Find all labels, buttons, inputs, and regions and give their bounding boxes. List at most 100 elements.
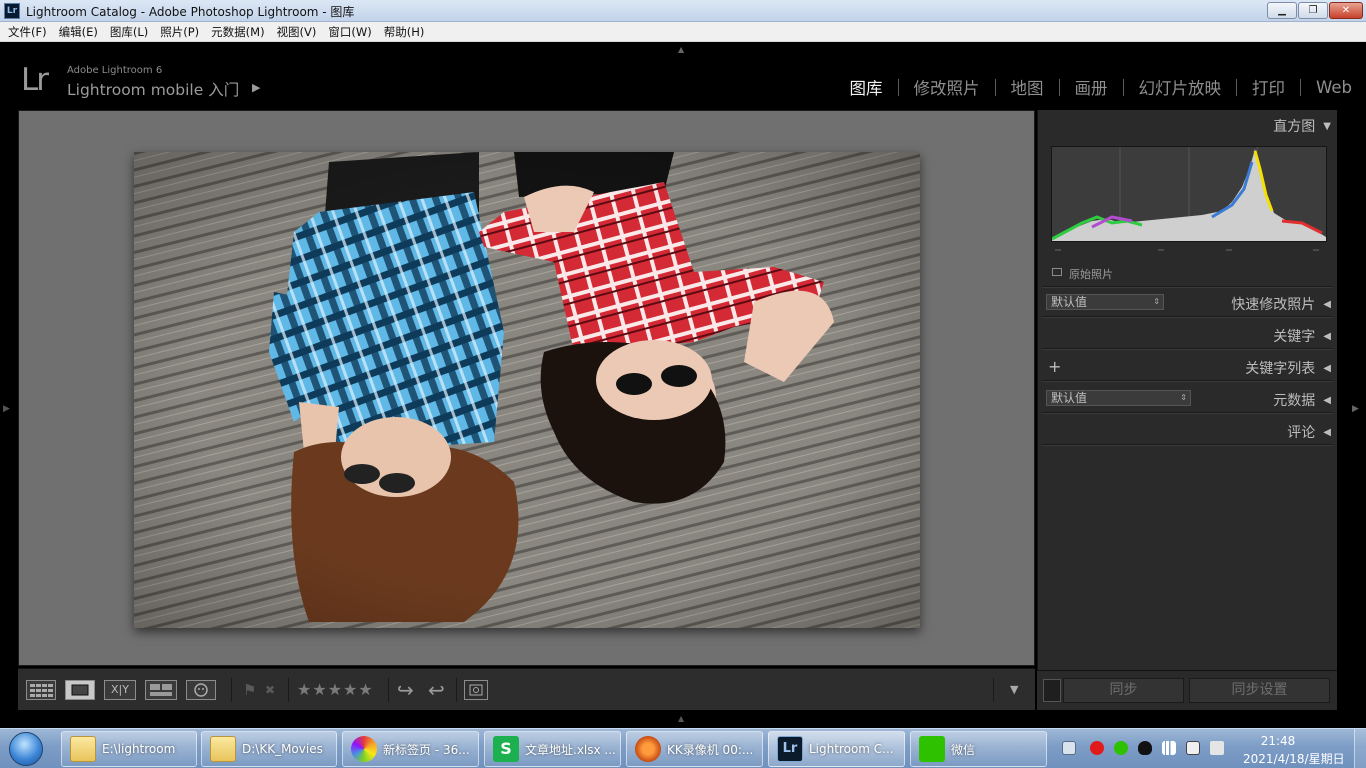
survey-view-button[interactable] xyxy=(145,680,177,700)
toolbar-divider xyxy=(388,678,389,702)
compare-view-button[interactable]: X|Y xyxy=(104,680,136,700)
wps-spreadsheet-icon: S xyxy=(493,736,519,762)
original-photo-checkbox[interactable] xyxy=(1052,268,1062,276)
keyboard-icon[interactable] xyxy=(1062,741,1076,755)
lightroom-logo: Lr xyxy=(21,62,49,98)
photo-preview[interactable] xyxy=(134,152,920,628)
right-panel-toggle[interactable]: ▶ xyxy=(1352,404,1359,414)
toolbar-divider xyxy=(993,678,994,702)
rotate-right-icon[interactable]: ↩ xyxy=(428,680,445,700)
module-picker: 图库 修改照片 地图 画册 幻灯片放映 打印 Web xyxy=(850,75,1352,99)
sync-bar: 同步 同步设置 xyxy=(1037,670,1337,710)
top-panel-toggle[interactable]: ▲ xyxy=(678,45,684,54)
histogram[interactable] xyxy=(1051,146,1327,242)
toolbar-options-dropdown[interactable]: ▼ xyxy=(1010,680,1018,700)
toolbar-divider xyxy=(456,678,457,702)
window-title-bar[interactable]: Lr Lightroom Catalog - Adobe Photoshop L… xyxy=(0,0,1366,22)
taskbar-item[interactable]: KK录像机 00:... xyxy=(626,731,763,767)
module-library[interactable]: 图库 xyxy=(850,75,883,99)
toolbar-divider xyxy=(288,678,289,702)
rotate-left-icon[interactable]: ↪ xyxy=(397,680,414,700)
auto-sync-toggle[interactable] xyxy=(1043,679,1061,702)
left-panel-toggle[interactable]: ▶ xyxy=(3,404,10,414)
menu-photo[interactable]: 照片(P) xyxy=(154,22,205,42)
volume-icon[interactable] xyxy=(1210,741,1224,755)
module-develop[interactable]: 修改照片 xyxy=(914,75,980,99)
clock-time[interactable]: 21:48 xyxy=(1248,734,1308,748)
taskbar-item-label: 文章地址.xlsx ... xyxy=(525,742,616,757)
collapse-icon: ◀ xyxy=(1323,394,1331,406)
star-rating[interactable]: ★★★★★ xyxy=(297,680,374,700)
add-keyword-icon[interactable]: + xyxy=(1048,357,1061,376)
module-book[interactable]: 画册 xyxy=(1075,75,1108,99)
people-view-button[interactable] xyxy=(186,680,216,700)
minimize-button[interactable]: ▁ xyxy=(1267,2,1297,19)
taskbar-item[interactable]: D:\KK_Movies xyxy=(201,731,337,767)
crop-icon xyxy=(469,684,483,696)
taskbar-item-active[interactable]: Lr Lightroom C... xyxy=(768,731,905,767)
quick-develop-preset-select[interactable]: 默认值 ⇕ xyxy=(1046,294,1164,310)
library-toolbar: X|Y ⚑ ✖ ★★★★★ ↪ ↩ ▼ xyxy=(18,668,1035,710)
folder-icon xyxy=(210,736,236,762)
sync-settings-button[interactable]: 同步设置 xyxy=(1189,678,1330,703)
menu-edit[interactable]: 编辑(E) xyxy=(53,22,104,42)
lightroom-app-icon[interactable]: Lr xyxy=(4,3,20,19)
menu-view[interactable]: 视图(V) xyxy=(271,22,323,42)
taskbar-item[interactable]: E:\lightroom xyxy=(61,731,197,767)
filmstrip-toggle[interactable]: ▲ xyxy=(678,714,684,723)
taskbar-item[interactable]: 新标签页 - 36... xyxy=(342,731,479,767)
network-icon[interactable] xyxy=(1162,741,1176,755)
play-icon[interactable]: ▶ xyxy=(252,81,260,94)
module-slideshow[interactable]: 幻灯片放映 xyxy=(1139,75,1222,99)
menu-window[interactable]: 窗口(W) xyxy=(322,22,377,42)
right-edge-strip: ▶ xyxy=(1338,110,1366,710)
menu-file[interactable]: 文件(F) xyxy=(2,22,53,42)
qq-icon[interactable] xyxy=(1138,741,1152,755)
histogram-header[interactable]: 直方图 ▼ xyxy=(1273,116,1331,136)
clock-date[interactable]: 2021/4/18/星期日 xyxy=(1243,750,1345,767)
loupe-view[interactable] xyxy=(18,110,1035,666)
module-web[interactable]: Web xyxy=(1316,78,1352,97)
panel-divider xyxy=(1042,286,1332,288)
keywording-header[interactable]: 关键字 ◀ xyxy=(1273,326,1331,346)
taskbar-item-label: 新标签页 - 36... xyxy=(383,742,470,757)
usb-device-icon[interactable] xyxy=(1186,741,1200,755)
start-button[interactable] xyxy=(4,731,50,767)
menu-help[interactable]: 帮助(H) xyxy=(378,22,431,42)
restore-button[interactable]: ❐ xyxy=(1298,2,1328,19)
metadata-preset-select[interactable]: 默认值 ⇕ xyxy=(1046,390,1191,406)
module-print[interactable]: 打印 xyxy=(1252,75,1285,99)
loupe-icon xyxy=(71,684,89,696)
keyword-list-header[interactable]: 关键字列表 ◀ xyxy=(1245,358,1331,378)
face-icon xyxy=(194,683,208,697)
loupe-view-button[interactable] xyxy=(65,680,95,700)
quick-develop-preset-value: 默认值 xyxy=(1051,295,1088,309)
module-map[interactable]: 地图 xyxy=(1011,75,1044,99)
reject-flag-icon[interactable]: ✖ xyxy=(265,680,275,700)
collapse-icon: ◀ xyxy=(1323,426,1331,438)
grid-view-button[interactable] xyxy=(26,680,56,700)
close-button[interactable]: ✕ xyxy=(1329,2,1363,19)
collapse-icon: ◀ xyxy=(1323,298,1331,310)
panel-divider xyxy=(1042,380,1332,382)
menu-library[interactable]: 图库(L) xyxy=(104,22,154,42)
menu-bar: 文件(F) 编辑(E) 图库(L) 照片(P) 元数据(M) 视图(V) 窗口(… xyxy=(0,22,1366,42)
module-separator xyxy=(994,78,996,96)
kk-recorder-icon xyxy=(635,736,661,762)
flag-icon[interactable]: ⚑ xyxy=(243,680,256,700)
quick-develop-header[interactable]: 快速修改照片 ◀ xyxy=(1231,294,1331,314)
survey-icon xyxy=(150,684,172,696)
taskbar-item[interactable]: S 文章地址.xlsx ... xyxy=(484,731,621,767)
metadata-header[interactable]: 元数据 ◀ xyxy=(1273,390,1331,410)
show-desktop-button[interactable] xyxy=(1354,729,1366,768)
crop-overlay-icon[interactable] xyxy=(464,680,488,700)
comments-header[interactable]: 评论 ◀ xyxy=(1287,422,1331,442)
antivirus-icon[interactable] xyxy=(1090,741,1104,755)
lightroom-mobile-link[interactable]: Lightroom mobile 入门 xyxy=(67,78,239,100)
taskbar-item[interactable]: 微信 xyxy=(910,731,1047,767)
sync-button[interactable]: 同步 xyxy=(1063,678,1184,703)
toolbar-divider xyxy=(231,678,232,702)
panel-divider xyxy=(1042,348,1332,350)
wechat-tray-icon[interactable] xyxy=(1114,741,1128,755)
menu-metadata[interactable]: 元数据(M) xyxy=(205,22,270,42)
